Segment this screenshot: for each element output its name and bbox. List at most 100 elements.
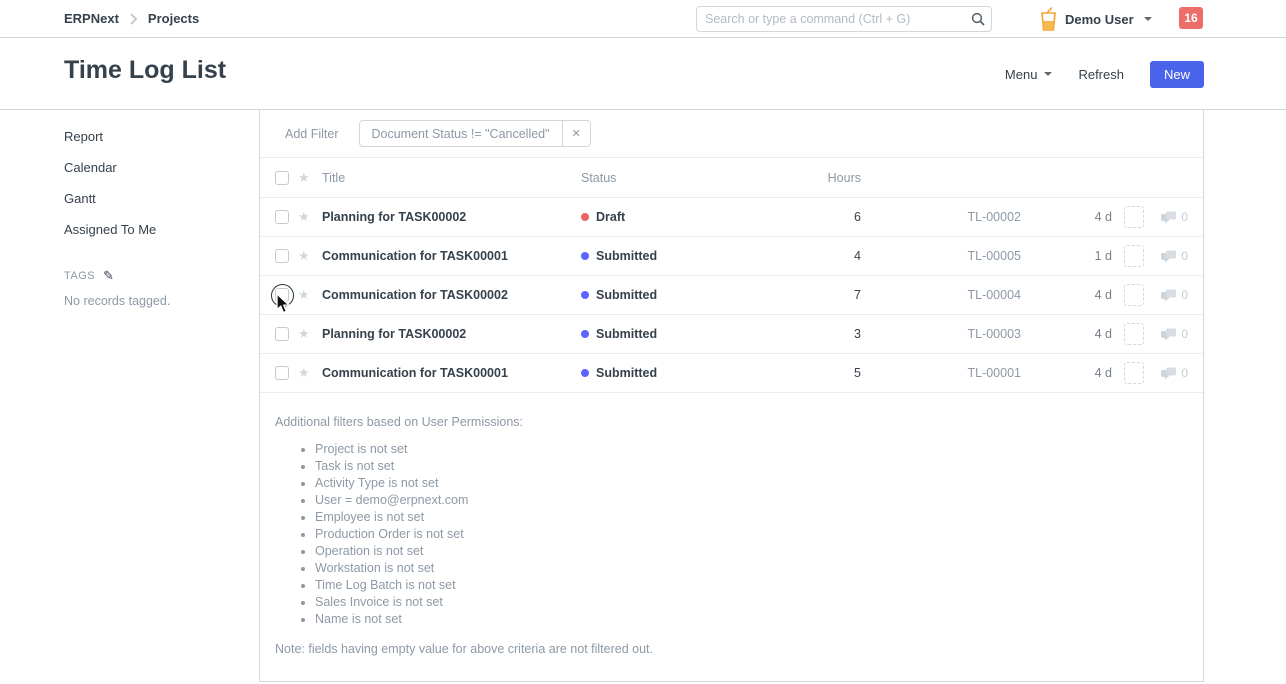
avatar-juice-icon [1040, 7, 1057, 31]
search-input[interactable] [697, 12, 965, 26]
comment-count: 0 [1144, 249, 1188, 263]
new-button[interactable]: New [1150, 61, 1204, 88]
user-menu[interactable]: Demo User [1040, 0, 1152, 38]
permission-item: Production Order is not set [315, 526, 1188, 543]
row-status: Submitted [581, 366, 801, 380]
breadcrumb-projects[interactable]: Projects [148, 11, 199, 26]
avatar-placeholder [1124, 362, 1144, 384]
filter-remove-icon[interactable]: ✕ [563, 121, 590, 146]
row-hours: 4 [801, 249, 861, 263]
comment-count: 0 [1144, 366, 1188, 380]
comment-icon [1161, 250, 1177, 263]
row-id-link[interactable]: TL-00004 [861, 288, 1021, 302]
comment-icon [1161, 328, 1177, 341]
table-row[interactable]: ★ Planning for TASK00002 Submitted 3 TL-… [260, 315, 1203, 354]
add-filter-button[interactable]: Add Filter [275, 127, 349, 141]
comment-count: 0 [1144, 210, 1188, 224]
global-search [696, 6, 992, 32]
filter-bar: Add Filter Document Status != "Cancelled… [260, 110, 1203, 158]
row-id-link[interactable]: TL-00005 [861, 249, 1021, 263]
permission-item: Employee is not set [315, 509, 1188, 526]
row-checkbox[interactable] [275, 327, 289, 341]
row-checkbox[interactable] [275, 366, 289, 380]
row-checkbox[interactable] [275, 210, 289, 224]
table-row[interactable]: ★ Planning for TASK00002 Draft 6 TL-0000… [260, 198, 1203, 237]
permission-item: Project is not set [315, 441, 1188, 458]
table-row[interactable]: ★ Communication for TASK00001 Submitted … [260, 237, 1203, 276]
status-dot [581, 330, 589, 338]
top-navbar: ERPNext Projects Demo User 16 [0, 0, 1286, 38]
status-dot [581, 369, 589, 377]
row-title-link[interactable]: Communication for TASK00001 [322, 366, 581, 380]
select-all-checkbox[interactable] [275, 171, 289, 185]
search-icon[interactable] [965, 12, 991, 26]
row-modified: 1 d [1021, 249, 1112, 263]
row-checkbox[interactable] [275, 249, 289, 263]
avatar-placeholder [1124, 284, 1144, 306]
comment-icon [1161, 367, 1177, 380]
row-status: Submitted [581, 327, 801, 341]
row-id-link[interactable]: TL-00001 [861, 366, 1021, 380]
avatar-placeholder [1124, 245, 1144, 267]
menu-button[interactable]: Menu [1005, 67, 1053, 82]
row-id-link[interactable]: TL-00003 [861, 327, 1021, 341]
permission-item: Activity Type is not set [315, 475, 1188, 492]
row-modified: 4 d [1021, 210, 1112, 224]
comment-icon [1161, 211, 1177, 224]
chevron-right-icon [129, 13, 138, 25]
star-icon[interactable]: ★ [298, 209, 312, 225]
row-title-link[interactable]: Communication for TASK00002 [322, 288, 581, 302]
sidebar-item-gantt[interactable]: Gantt [64, 186, 234, 211]
refresh-button[interactable]: Refresh [1078, 67, 1124, 82]
status-label: Submitted [596, 288, 657, 302]
status-label: Submitted [596, 249, 657, 263]
user-permissions-info: Additional filters based on User Permiss… [260, 393, 1203, 656]
row-title-link[interactable]: Planning for TASK00002 [322, 327, 581, 341]
row-modified: 4 d [1021, 288, 1112, 302]
avatar-placeholder [1124, 206, 1144, 228]
row-hours: 3 [801, 327, 861, 341]
sidebar-item-report[interactable]: Report [64, 124, 234, 149]
star-icon[interactable]: ★ [298, 326, 312, 342]
column-header-title: Title [322, 171, 581, 185]
permission-item: Operation is not set [315, 543, 1188, 560]
star-icon[interactable]: ★ [298, 170, 312, 186]
comment-count: 0 [1144, 327, 1188, 341]
row-id-link[interactable]: TL-00002 [861, 210, 1021, 224]
chevron-down-icon [1144, 17, 1152, 21]
row-status: Draft [581, 210, 801, 224]
row-checkbox[interactable] [275, 288, 289, 302]
row-hours: 7 [801, 288, 861, 302]
brand-link[interactable]: ERPNext [64, 11, 119, 26]
filter-chip-label[interactable]: Document Status != "Cancelled" [360, 121, 563, 146]
star-icon[interactable]: ★ [298, 248, 312, 264]
sidebar-item-calendar[interactable]: Calendar [64, 155, 234, 180]
table-row[interactable]: ★ Communication for TASK00002 Submitted … [260, 276, 1203, 315]
page-head: Time Log List Menu Refresh New [0, 38, 1286, 110]
permissions-note: Note: fields having empty value for abov… [275, 642, 1188, 656]
permission-item: Task is not set [315, 458, 1188, 475]
notification-badge[interactable]: 16 [1179, 7, 1203, 29]
permission-item: Time Log Batch is not set [315, 577, 1188, 594]
permissions-list: Project is not set Task is not set Activ… [275, 441, 1188, 628]
star-icon[interactable]: ★ [298, 365, 312, 381]
row-title-link[interactable]: Planning for TASK00002 [322, 210, 581, 224]
table-row[interactable]: ★ Communication for TASK00001 Submitted … [260, 354, 1203, 393]
permission-item: Workstation is not set [315, 560, 1188, 577]
sidebar-item-assigned-to-me[interactable]: Assigned To Me [64, 217, 234, 242]
tags-label: TAGS [64, 270, 95, 282]
edit-pencil-icon[interactable]: ✎ [103, 268, 114, 284]
row-modified: 4 d [1021, 327, 1112, 341]
user-name: Demo User [1065, 12, 1134, 27]
page-title: Time Log List [64, 56, 226, 85]
row-title-link[interactable]: Communication for TASK00001 [322, 249, 581, 263]
status-label: Submitted [596, 327, 657, 341]
column-header-hours: Hours [801, 171, 861, 185]
permissions-heading: Additional filters based on User Permiss… [275, 415, 1188, 429]
filter-chip: Document Status != "Cancelled" ✕ [359, 120, 591, 147]
permission-item: Sales Invoice is not set [315, 594, 1188, 611]
star-icon[interactable]: ★ [298, 287, 312, 303]
row-modified: 4 d [1021, 366, 1112, 380]
table-header-row: ★ Title Status Hours [260, 158, 1203, 198]
breadcrumb: ERPNext Projects [64, 11, 199, 26]
